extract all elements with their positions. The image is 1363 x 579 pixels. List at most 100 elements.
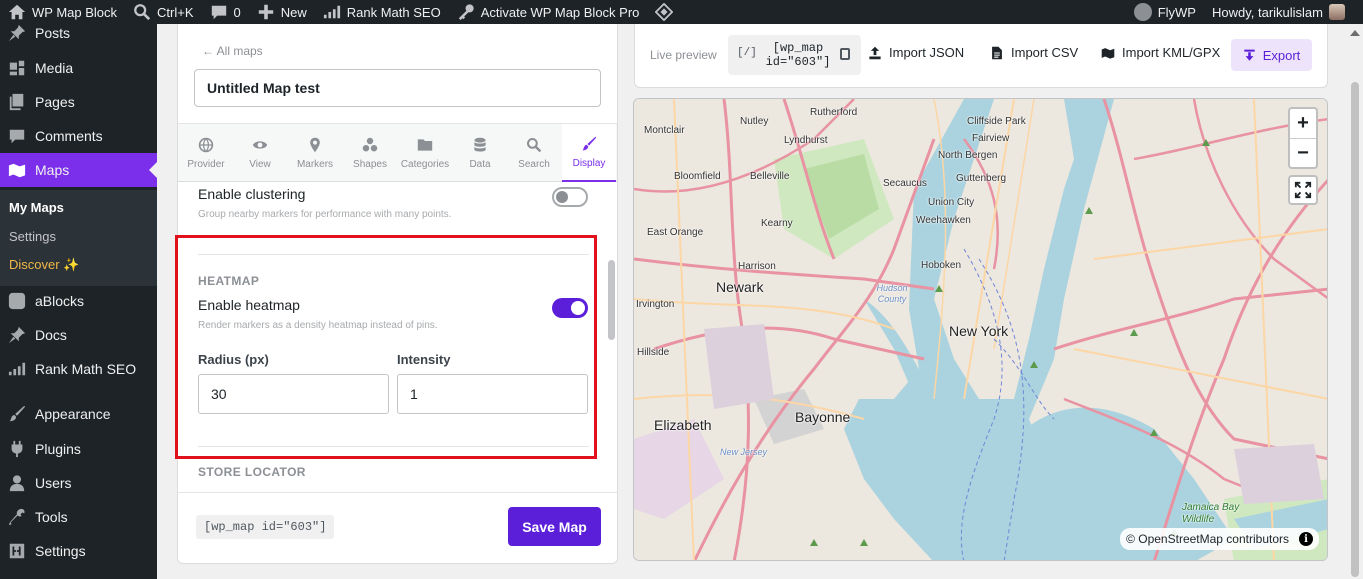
heatmap-section-title: HEATMAP xyxy=(198,274,260,288)
zoom-out-button[interactable]: − xyxy=(1290,139,1316,168)
tab-label: Markers xyxy=(296,158,334,170)
sidebar-item-rank-math[interactable]: Rank Math SEO xyxy=(0,352,157,386)
map-place-label: Belleville xyxy=(750,171,790,182)
settings-scrollbar[interactable] xyxy=(608,260,615,340)
tab-display[interactable]: Display xyxy=(562,124,616,182)
radius-input[interactable] xyxy=(198,374,389,414)
sidebar-item-plugins[interactable]: Plugins xyxy=(0,432,157,466)
eye-icon xyxy=(252,140,268,149)
zoom-in-button[interactable]: + xyxy=(1290,109,1316,138)
tab-markers[interactable]: Markers xyxy=(288,124,342,182)
sidebar-item-settings[interactable]: Settings xyxy=(0,534,157,568)
tab-search[interactable]: Search xyxy=(507,124,561,182)
sidebar-item-label: aBlocks xyxy=(35,293,85,309)
sidebar-item-posts[interactable]: Posts xyxy=(0,16,157,50)
radius-label: Radius (px) xyxy=(198,352,269,367)
sidebar-item-tools[interactable]: Tools xyxy=(0,500,157,534)
map-editor-panel: ← All maps Provider View Markers Shapes … xyxy=(177,24,618,564)
heatmap-toggle[interactable] xyxy=(552,298,588,318)
submenu-settings[interactable]: Settings xyxy=(9,229,56,244)
map-attribution: © OpenStreetMap contributors i xyxy=(1120,528,1319,550)
save-map-button[interactable]: Save Map xyxy=(508,507,601,546)
activate-pro-link[interactable]: Activate WP Map Block Pro xyxy=(449,0,648,24)
sidebar-item-label: Users xyxy=(35,475,72,491)
sidebar-item-ablocks[interactable]: aBlocks xyxy=(0,284,157,318)
divider xyxy=(198,446,589,447)
submenu-my-maps[interactable]: My Maps xyxy=(9,200,64,215)
tab-label: View xyxy=(249,158,271,170)
diamond-link[interactable] xyxy=(647,0,687,24)
rank-math-label: Rank Math SEO xyxy=(346,4,441,20)
clustering-label: Enable clustering xyxy=(198,186,306,202)
tab-categories[interactable]: Categories xyxy=(398,124,452,182)
database-icon xyxy=(474,137,486,152)
intensity-input[interactable] xyxy=(397,374,588,414)
globe-icon xyxy=(198,137,214,152)
rank-math-link[interactable]: Rank Math SEO xyxy=(315,0,449,24)
info-icon[interactable]: i xyxy=(1299,532,1313,546)
avatar xyxy=(1329,4,1345,20)
sidebar-item-label: Docs xyxy=(35,327,67,343)
display-settings-scroll[interactable]: Enable clustering Group nearby markers f… xyxy=(178,182,607,492)
tab-view[interactable]: View xyxy=(233,124,287,182)
map-title-input[interactable] xyxy=(194,69,601,107)
account-menu[interactable]: Howdy, tarikulislam xyxy=(1204,0,1363,24)
attribution-text[interactable]: © OpenStreetMap contributors xyxy=(1126,532,1289,546)
import-kml-button[interactable]: Import KML/GPX xyxy=(1101,45,1220,60)
sidebar-item-label: Pages xyxy=(35,94,75,110)
toggle-knob xyxy=(556,191,568,203)
flywp-link[interactable]: FlyWP xyxy=(1126,0,1204,24)
sidebar-item-comments[interactable]: Comments xyxy=(0,119,157,153)
heatmap-label: Enable heatmap xyxy=(198,297,300,313)
sidebar-item-users[interactable]: Users xyxy=(0,466,157,500)
file-icon xyxy=(992,46,1002,59)
new-content-link[interactable]: New xyxy=(249,0,315,24)
fullscreen-button[interactable] xyxy=(1288,175,1318,205)
all-maps-link[interactable]: ← All maps xyxy=(202,44,263,58)
divider xyxy=(198,254,589,255)
export-button[interactable]: Export xyxy=(1231,39,1312,71)
map-place-label: Kearny xyxy=(761,218,793,229)
key-icon xyxy=(458,4,474,21)
shortcode-chip[interactable]: [wp_map id="603"] xyxy=(196,515,335,539)
plus-icon xyxy=(258,4,273,20)
map-place-label: Weehawken xyxy=(916,215,971,226)
sidebar-item-media[interactable]: Media xyxy=(0,51,157,85)
map-preview[interactable]: Rutherford Nutley Montclair Lyndhurst Cl… xyxy=(633,98,1328,561)
map-place-label: Fairview xyxy=(972,133,1010,144)
sidebar-item-label: Maps xyxy=(35,162,70,178)
clustering-toggle[interactable] xyxy=(552,187,588,207)
copy-icon[interactable] xyxy=(840,48,850,60)
sidebar-item-maps[interactable]: Maps xyxy=(0,153,157,187)
shortcode-box[interactable]: [/] [wp_map id="603"] xyxy=(728,35,861,75)
map-place-label: North Bergen xyxy=(938,150,998,161)
tab-shapes[interactable]: Shapes xyxy=(343,124,397,182)
sidebar-item-appearance[interactable]: Appearance xyxy=(0,397,157,431)
comments-link[interactable]: 0 xyxy=(202,0,249,24)
export-label: Export xyxy=(1262,47,1301,63)
ablocks-icon xyxy=(8,292,26,310)
scroll-up-arrow-icon[interactable] xyxy=(1350,30,1360,36)
comments-count: 0 xyxy=(233,4,241,20)
map-place-label: Hudson County xyxy=(876,283,908,304)
sidebar-item-label: Appearance xyxy=(35,406,111,422)
sidebar-item-docs[interactable]: Docs xyxy=(0,318,157,352)
scrollbar-thumb[interactable] xyxy=(1351,82,1359,577)
sidebar-item-pages[interactable]: Pages xyxy=(0,85,157,119)
import-json-button[interactable]: Import JSON xyxy=(868,45,964,60)
tab-data[interactable]: Data xyxy=(453,124,507,182)
flywp-label: FlyWP xyxy=(1157,4,1196,20)
sidebar-item-label: Media xyxy=(35,60,74,76)
sidebar-item-label: Rank Math SEO xyxy=(35,361,137,377)
submenu-discover[interactable]: Discover ✨ xyxy=(9,257,79,273)
page-scrollbar[interactable] xyxy=(1346,24,1363,579)
pin-icon xyxy=(8,24,26,42)
tab-provider[interactable]: Provider xyxy=(179,124,233,182)
toggle-knob xyxy=(571,301,585,315)
new-label: New xyxy=(280,4,307,20)
map-place-label: Hoboken xyxy=(921,260,962,271)
activate-pro-label: Activate WP Map Block Pro xyxy=(480,4,640,20)
import-csv-button[interactable]: Import CSV xyxy=(990,45,1078,60)
tab-label: Display xyxy=(572,157,606,169)
map-place-label: Irvington xyxy=(636,299,675,310)
